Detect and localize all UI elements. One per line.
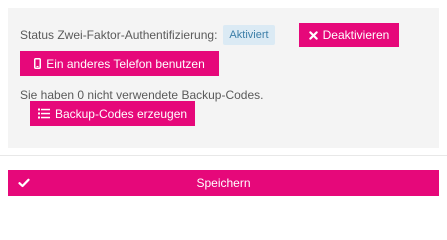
two-factor-panel: Status Zwei-Faktor-Authentifizierung: Ak… xyxy=(8,8,439,148)
status-badge: Aktiviert xyxy=(223,25,275,45)
use-other-phone-button[interactable]: Ein anderes Telefon benutzen xyxy=(20,51,219,76)
times-icon xyxy=(308,30,318,40)
generate-backup-codes-button[interactable]: Backup-Codes erzeugen xyxy=(30,101,195,126)
status-label: Status Zwei-Faktor-Authentifizierung: xyxy=(20,28,218,42)
generate-backup-codes-button-label: Backup-Codes erzeugen xyxy=(54,106,188,121)
deactivate-button-label: Deaktivieren xyxy=(322,28,390,42)
save-button[interactable]: Speichern xyxy=(8,170,439,196)
list-icon xyxy=(37,108,50,119)
mobile-phone-icon xyxy=(34,58,42,69)
save-button-label: Speichern xyxy=(196,176,251,190)
two-factor-status-row: Status Zwei-Faktor-Authentifizierung: Ak… xyxy=(20,23,275,47)
backup-codes-info: Sie haben 0 nicht verwendete Backup-Code… xyxy=(20,88,264,102)
use-other-phone-button-label: Ein anderes Telefon benutzen xyxy=(46,56,205,71)
check-icon xyxy=(18,170,30,196)
deactivate-button[interactable]: Deaktivieren xyxy=(299,23,399,47)
section-divider xyxy=(0,155,447,156)
